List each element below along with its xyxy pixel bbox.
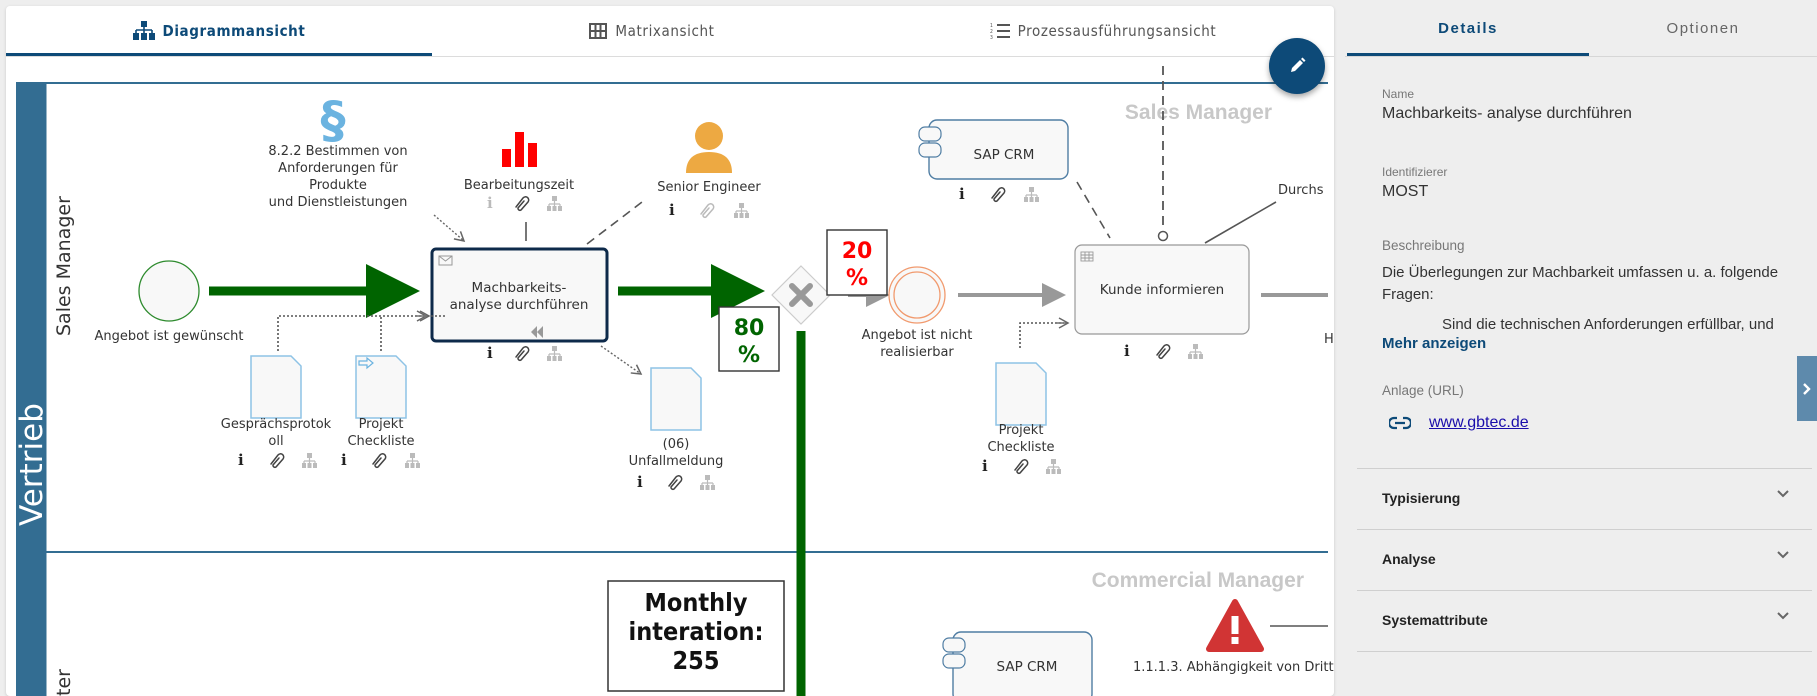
tab-label: Prozessausführungsansicht xyxy=(1017,22,1217,40)
kpi-label: Bearbeitungszeit xyxy=(464,178,574,193)
svg-text:80: 80 xyxy=(734,316,765,341)
warning-triangle-icon xyxy=(1206,599,1264,652)
intermediate-event[interactable] xyxy=(888,266,946,324)
chevron-down-icon xyxy=(1777,551,1789,559)
diagram-canvas[interactable]: i i Vertrieb Sales Manager ter Sales Man… xyxy=(6,6,1334,696)
svg-text:interation:: interation: xyxy=(629,617,764,646)
tab-label: Diagrammansicht xyxy=(162,22,306,40)
person-icon xyxy=(686,122,732,173)
svg-text:3: 3 xyxy=(990,35,993,40)
system-label-2: SAP CRM xyxy=(997,659,1058,675)
svg-text:Unfallmeldung: Unfallmeldung xyxy=(629,454,724,469)
document-unfallmeldung[interactable] xyxy=(650,367,702,431)
svg-text:realisierbar: realisierbar xyxy=(880,345,954,360)
svg-text:Monthly: Monthly xyxy=(645,588,748,617)
accordion-systemattribute[interactable]: Systemattribute xyxy=(1357,590,1812,651)
divider xyxy=(1357,651,1812,652)
xor-gateway[interactable] xyxy=(771,265,831,325)
svg-text:H: H xyxy=(1324,332,1334,347)
name-value: Machbarkeits- analyse durchführen xyxy=(1382,105,1632,122)
svg-text:oll: oll xyxy=(268,434,283,449)
svg-text:255: 255 xyxy=(673,646,720,675)
svg-text:8.2.2 Bestimmen von: 8.2.2 Bestimmen von xyxy=(268,144,407,159)
lane-watermark-commercial: Commercial Manager xyxy=(1092,569,1304,592)
accordion-typisierung[interactable]: Typisierung xyxy=(1357,468,1812,529)
svg-text:Anforderungen für: Anforderungen für xyxy=(278,161,398,176)
accordion-analyse[interactable]: Analyse xyxy=(1357,529,1812,590)
svg-text:20: 20 xyxy=(842,239,873,264)
pencil-icon xyxy=(1291,57,1306,72)
partial-label-durchs: Durchs xyxy=(1278,183,1324,198)
chevron-right-icon xyxy=(1803,382,1811,395)
svg-text:Projekt: Projekt xyxy=(999,423,1044,438)
description-label: Beschreibung xyxy=(1382,238,1465,253)
numbered-list-icon: 123 xyxy=(990,22,1010,40)
tab-optionen[interactable]: Optionen xyxy=(1589,0,1817,56)
tab-prozessausfuehrungsansicht[interactable]: 123 Prozessausführungsansicht xyxy=(872,6,1334,56)
panel-tabs: Details Optionen xyxy=(1345,0,1817,57)
show-more-link[interactable]: Mehr anzeigen xyxy=(1382,335,1486,352)
description-value: Die Überlegungen zur Machbarkeit umfasse… xyxy=(1382,264,1779,332)
lane-label-commercial: ter xyxy=(53,669,75,696)
svg-text:Angebot ist nicht: Angebot ist nicht xyxy=(862,328,973,343)
identifier-label: Identifizierer xyxy=(1382,165,1448,179)
document-projekt-checkliste-2[interactable] xyxy=(995,362,1047,426)
task-kunde-informieren-label: Kunde informieren xyxy=(1100,282,1224,298)
svg-text:und Dienstleistungen: und Dienstleistungen xyxy=(269,195,408,210)
norm-label: 8.2.2 Bestimmen von Anforderungen für Pr… xyxy=(268,144,407,210)
name-label: Name xyxy=(1382,87,1415,101)
document-gespraechsprotokoll[interactable] xyxy=(250,355,302,419)
url-label: Anlage (URL) xyxy=(1382,383,1464,398)
tab-diagrammansicht[interactable]: Diagrammansicht xyxy=(6,6,432,56)
lane-label-sales-manager: Sales Manager xyxy=(53,196,75,336)
link-icon xyxy=(1387,416,1413,435)
role-label: Senior Engineer xyxy=(657,180,761,195)
system-label: SAP CRM xyxy=(974,147,1035,163)
grid-icon xyxy=(589,23,608,39)
svg-text:Projekt: Projekt xyxy=(359,417,404,432)
svg-text:%: % xyxy=(846,266,868,291)
lane-watermark-sales: Sales Manager xyxy=(1125,101,1272,124)
svg-text:(06): (06) xyxy=(663,437,690,452)
collapse-panel-handle[interactable] xyxy=(1797,356,1817,421)
diagram-card: i i Vertrieb Sales Manager ter Sales Man… xyxy=(6,6,1334,696)
chevron-down-icon xyxy=(1777,490,1789,498)
panel-tab-indicator xyxy=(1347,53,1589,56)
tab-label: Matrixansicht xyxy=(615,22,715,40)
details-panel: Details Optionen Name Machbarkeits- anal… xyxy=(1345,0,1817,679)
svg-text:Produkte: Produkte xyxy=(309,178,367,193)
view-tabs: Diagrammansicht Matrixansicht 123 Prozes… xyxy=(6,6,1334,57)
svg-text:Checkliste: Checkliste xyxy=(347,434,414,449)
tab-details[interactable]: Details xyxy=(1347,0,1589,56)
document-projekt-checkliste[interactable] xyxy=(355,355,407,419)
tab-matrixansicht[interactable]: Matrixansicht xyxy=(432,6,872,56)
svg-text:%: % xyxy=(738,343,760,368)
svg-text:analyse durchführen: analyse durchführen xyxy=(450,297,589,313)
bar-chart-icon xyxy=(502,132,537,167)
svg-text:Gesprächsprotok: Gesprächsprotok xyxy=(221,417,332,432)
chevron-down-icon xyxy=(1777,612,1789,620)
paragraph-icon: § xyxy=(321,91,346,149)
pool-label: Vertrieb xyxy=(14,403,50,526)
url-link[interactable]: www.gbtec.de xyxy=(1429,414,1529,432)
active-tab-indicator xyxy=(6,53,432,56)
identifier-value: MOST xyxy=(1382,183,1429,200)
start-event[interactable] xyxy=(138,260,200,322)
start-event-label: Angebot ist gewünscht xyxy=(94,329,243,344)
sitemap-icon xyxy=(132,21,155,41)
edit-button[interactable] xyxy=(1269,38,1325,94)
svg-text:Checkliste: Checkliste xyxy=(987,440,1054,455)
risk-label: 1.1.1.3. Abhängigkeit von Dritt xyxy=(1133,660,1334,675)
svg-text:Machbarkeits-: Machbarkeits- xyxy=(472,280,567,296)
pool-header[interactable] xyxy=(16,83,46,696)
